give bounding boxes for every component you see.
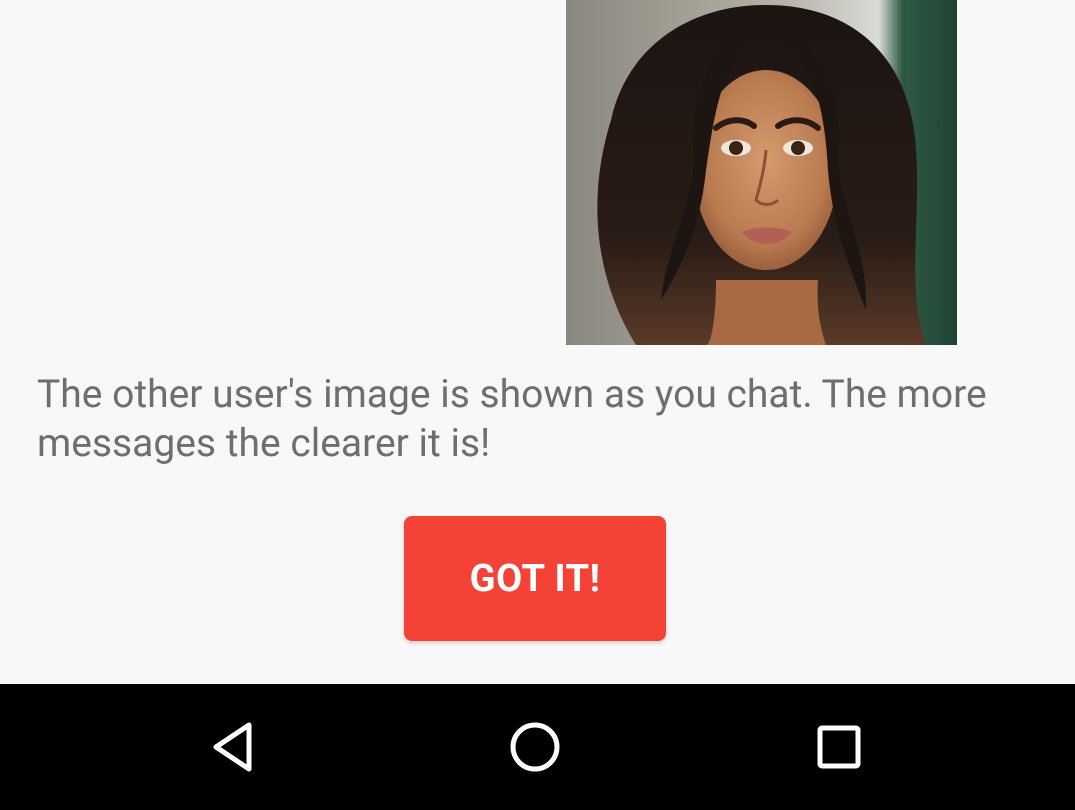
back-triangle-icon (213, 722, 252, 772)
back-button[interactable] (175, 684, 295, 810)
recents-square-icon (817, 725, 861, 769)
onboarding-screen: The other user's image is shown as you c… (0, 0, 1075, 684)
home-button[interactable] (475, 684, 595, 810)
chat-image-explanation-text: The other user's image is shown as you c… (37, 371, 987, 466)
recents-button[interactable] (779, 684, 899, 810)
portrait-image (566, 0, 957, 345)
got-it-button[interactable]: GOT IT! (404, 516, 666, 641)
system-navigation-bar (0, 684, 1075, 810)
home-circle-icon (510, 722, 560, 772)
user-profile-photo (566, 0, 957, 345)
